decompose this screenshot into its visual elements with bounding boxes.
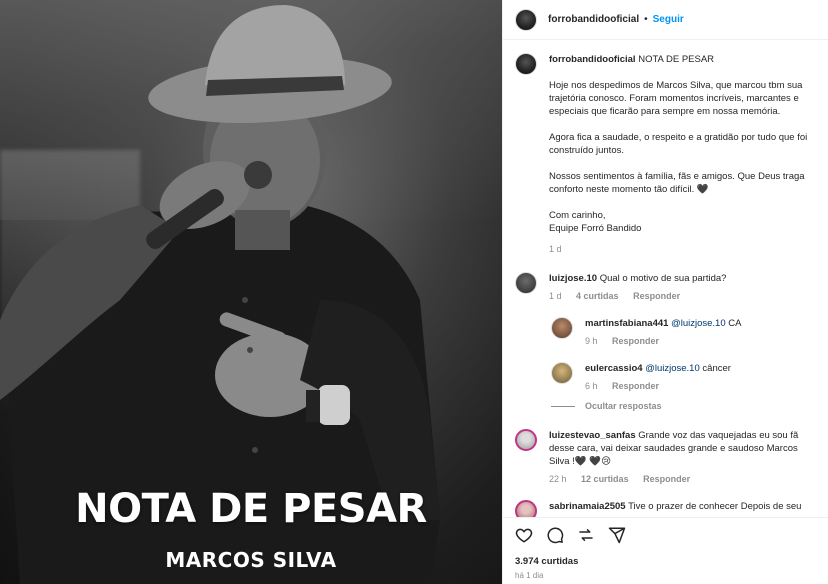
- caption-paragraph: Hoje nos despedimos de Marcos Silva, que…: [549, 80, 803, 117]
- comment-time[interactable]: 1 d: [549, 291, 562, 301]
- reply-comment: martinsfabiana441 @luizjose.10 CA 9 h Re…: [551, 317, 816, 348]
- comment-time[interactable]: 6 h: [585, 381, 598, 391]
- post-header: forrobandidooficial • Seguir: [503, 0, 828, 40]
- reply-button[interactable]: Responder: [612, 381, 659, 391]
- heart-icon[interactable]: [515, 526, 533, 544]
- caption-headline: NOTA DE PESAR: [638, 54, 715, 65]
- replies: martinsfabiana441 @luizjose.10 CA 9 h Re…: [551, 317, 816, 393]
- avatar[interactable]: [515, 429, 537, 451]
- comment-username[interactable]: eulercassio4: [585, 363, 643, 374]
- follow-button[interactable]: Seguir: [653, 14, 684, 25]
- caption-username[interactable]: forrobandidooficial: [549, 54, 636, 65]
- caption-sign-line: Com carinho,: [549, 210, 606, 221]
- reply-comment: eulercassio4 @luizjose.10 câncer 6 h Res…: [551, 362, 816, 393]
- comment-likes[interactable]: 12 curtidas: [581, 474, 629, 484]
- action-bar: [515, 524, 816, 546]
- hide-replies-label: Ocultar respostas: [585, 401, 662, 411]
- likes-count[interactable]: 3.974 curtidas: [515, 556, 816, 567]
- avatar[interactable]: [515, 8, 537, 31]
- mention-link[interactable]: @luizjose.10: [671, 318, 726, 329]
- avatar[interactable]: [551, 317, 573, 339]
- caption-paragraph: Agora fica a saudade, o respeito e a gra…: [549, 132, 808, 156]
- post-date[interactable]: há 1 dia: [515, 571, 816, 580]
- avatar[interactable]: [515, 53, 537, 75]
- overlay-title: NOTA DE PESAR: [75, 486, 427, 532]
- comments-scroll[interactable]: forrobandidooficial NOTA DE PESAR Hoje n…: [503, 41, 828, 517]
- caption-paragraph: Nossos sentimentos à família, fãs e amig…: [549, 171, 805, 195]
- reply-button[interactable]: Responder: [643, 474, 690, 484]
- header-username[interactable]: forrobandidooficial: [548, 14, 639, 25]
- comment-username[interactable]: luizjose.10: [549, 273, 597, 284]
- avatar[interactable]: [515, 272, 537, 294]
- avatar[interactable]: [515, 500, 537, 517]
- comment-text: Qual o motivo de sua partida?: [599, 273, 727, 284]
- caption-time[interactable]: 1 d: [549, 244, 562, 254]
- post-image[interactable]: NOTA DE PESAR MARCOS SILVA: [0, 0, 502, 584]
- share-icon[interactable]: [577, 526, 595, 544]
- comment-text: câncer: [702, 363, 731, 374]
- caption: forrobandidooficial NOTA DE PESAR Hoje n…: [515, 53, 816, 256]
- reply-button[interactable]: Responder: [612, 336, 659, 346]
- comment: luizestevao_sanfas Grande voz das vaquej…: [515, 429, 816, 486]
- caption-sign-line: Equipe Forró Bandido: [549, 223, 642, 234]
- hide-replies-button[interactable]: Ocultar respostas: [551, 401, 816, 411]
- comment-likes[interactable]: 4 curtidas: [576, 291, 619, 301]
- post-footer: 3.974 curtidas há 1 dia: [503, 517, 828, 580]
- comment: sabrinamaia2505 Tive o prazer de conhece…: [515, 500, 816, 517]
- overlay-subtitle: MARCOS SILVA: [165, 548, 337, 572]
- separator-dot: •: [644, 14, 648, 25]
- comment-time[interactable]: 9 h: [585, 336, 598, 346]
- comment-username[interactable]: martinsfabiana441: [585, 318, 668, 329]
- comment-icon[interactable]: [546, 526, 564, 544]
- send-icon[interactable]: [608, 526, 626, 544]
- comment-username[interactable]: luizestevao_sanfas: [549, 430, 636, 441]
- mention-link[interactable]: @luizjose.10: [645, 363, 700, 374]
- reply-button[interactable]: Responder: [633, 291, 680, 301]
- post-side-panel: forrobandidooficial • Seguir forrobandid…: [502, 0, 828, 584]
- comment: luizjose.10 Qual o motivo de sua partida…: [515, 272, 816, 303]
- comment-text: Tive o prazer de conhecer Depois de seu: [628, 501, 802, 512]
- divider: [551, 405, 575, 407]
- comment-username[interactable]: sabrinamaia2505: [549, 501, 626, 512]
- avatar[interactable]: [551, 362, 573, 384]
- comment-time[interactable]: 22 h: [549, 474, 567, 484]
- comment-text: CA: [728, 318, 742, 329]
